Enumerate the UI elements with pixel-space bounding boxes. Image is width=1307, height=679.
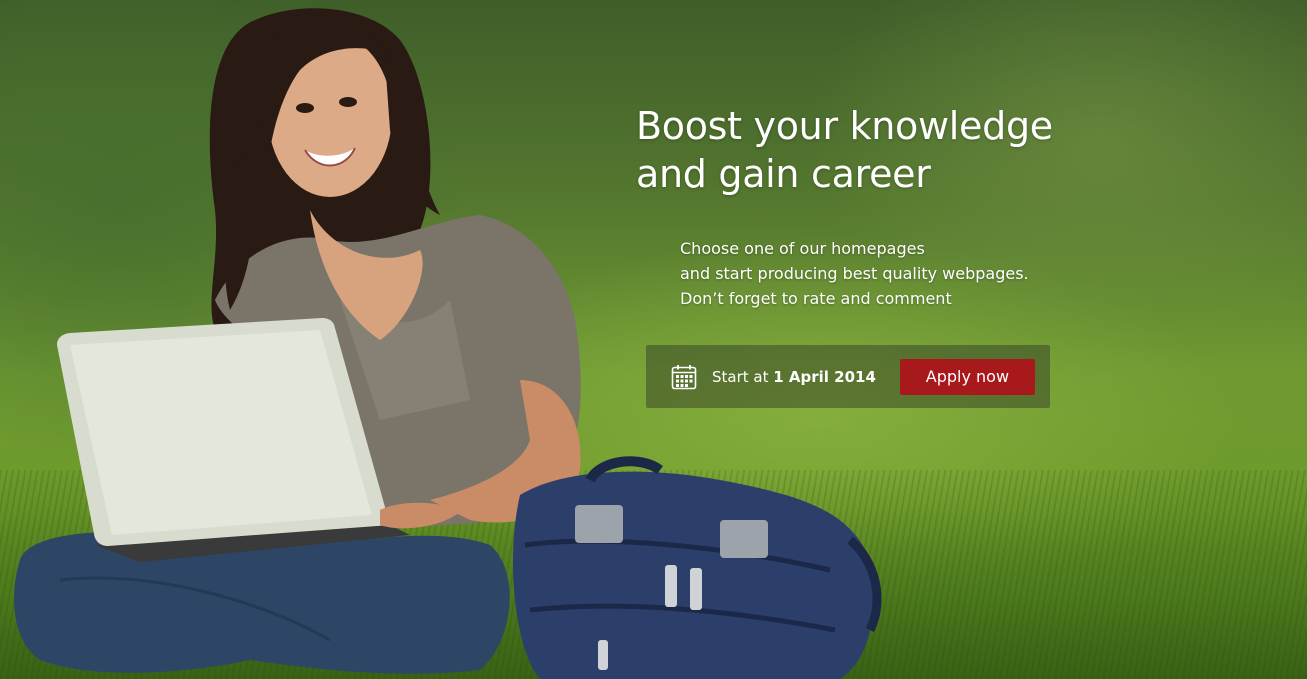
hero-banner: Boost your knowledge and gain career Cho… xyxy=(0,0,1307,679)
hero-headline: Boost your knowledge and gain career xyxy=(636,102,1196,198)
start-prefix: Start at xyxy=(712,367,769,386)
hero-subtext: Choose one of our homepages and start pr… xyxy=(680,236,1196,311)
subtext-line-2: and start producing best quality webpage… xyxy=(680,264,1029,283)
calendar-icon xyxy=(671,364,697,389)
start-date-bar: Start at 1 April 2014 Apply now xyxy=(646,345,1050,408)
subtext-line-3: Don’t forget to rate and comment xyxy=(680,289,952,308)
start-date-text: Start at 1 April 2014 xyxy=(712,368,876,386)
hero-content: Boost your knowledge and gain career Cho… xyxy=(636,102,1196,311)
headline-line-2: and gain career xyxy=(636,152,931,196)
subtext-line-1: Choose one of our homepages xyxy=(680,239,925,258)
apply-now-button[interactable]: Apply now xyxy=(899,358,1035,395)
headline-line-1: Boost your knowledge xyxy=(636,104,1053,148)
start-date: 1 April 2014 xyxy=(773,367,876,386)
